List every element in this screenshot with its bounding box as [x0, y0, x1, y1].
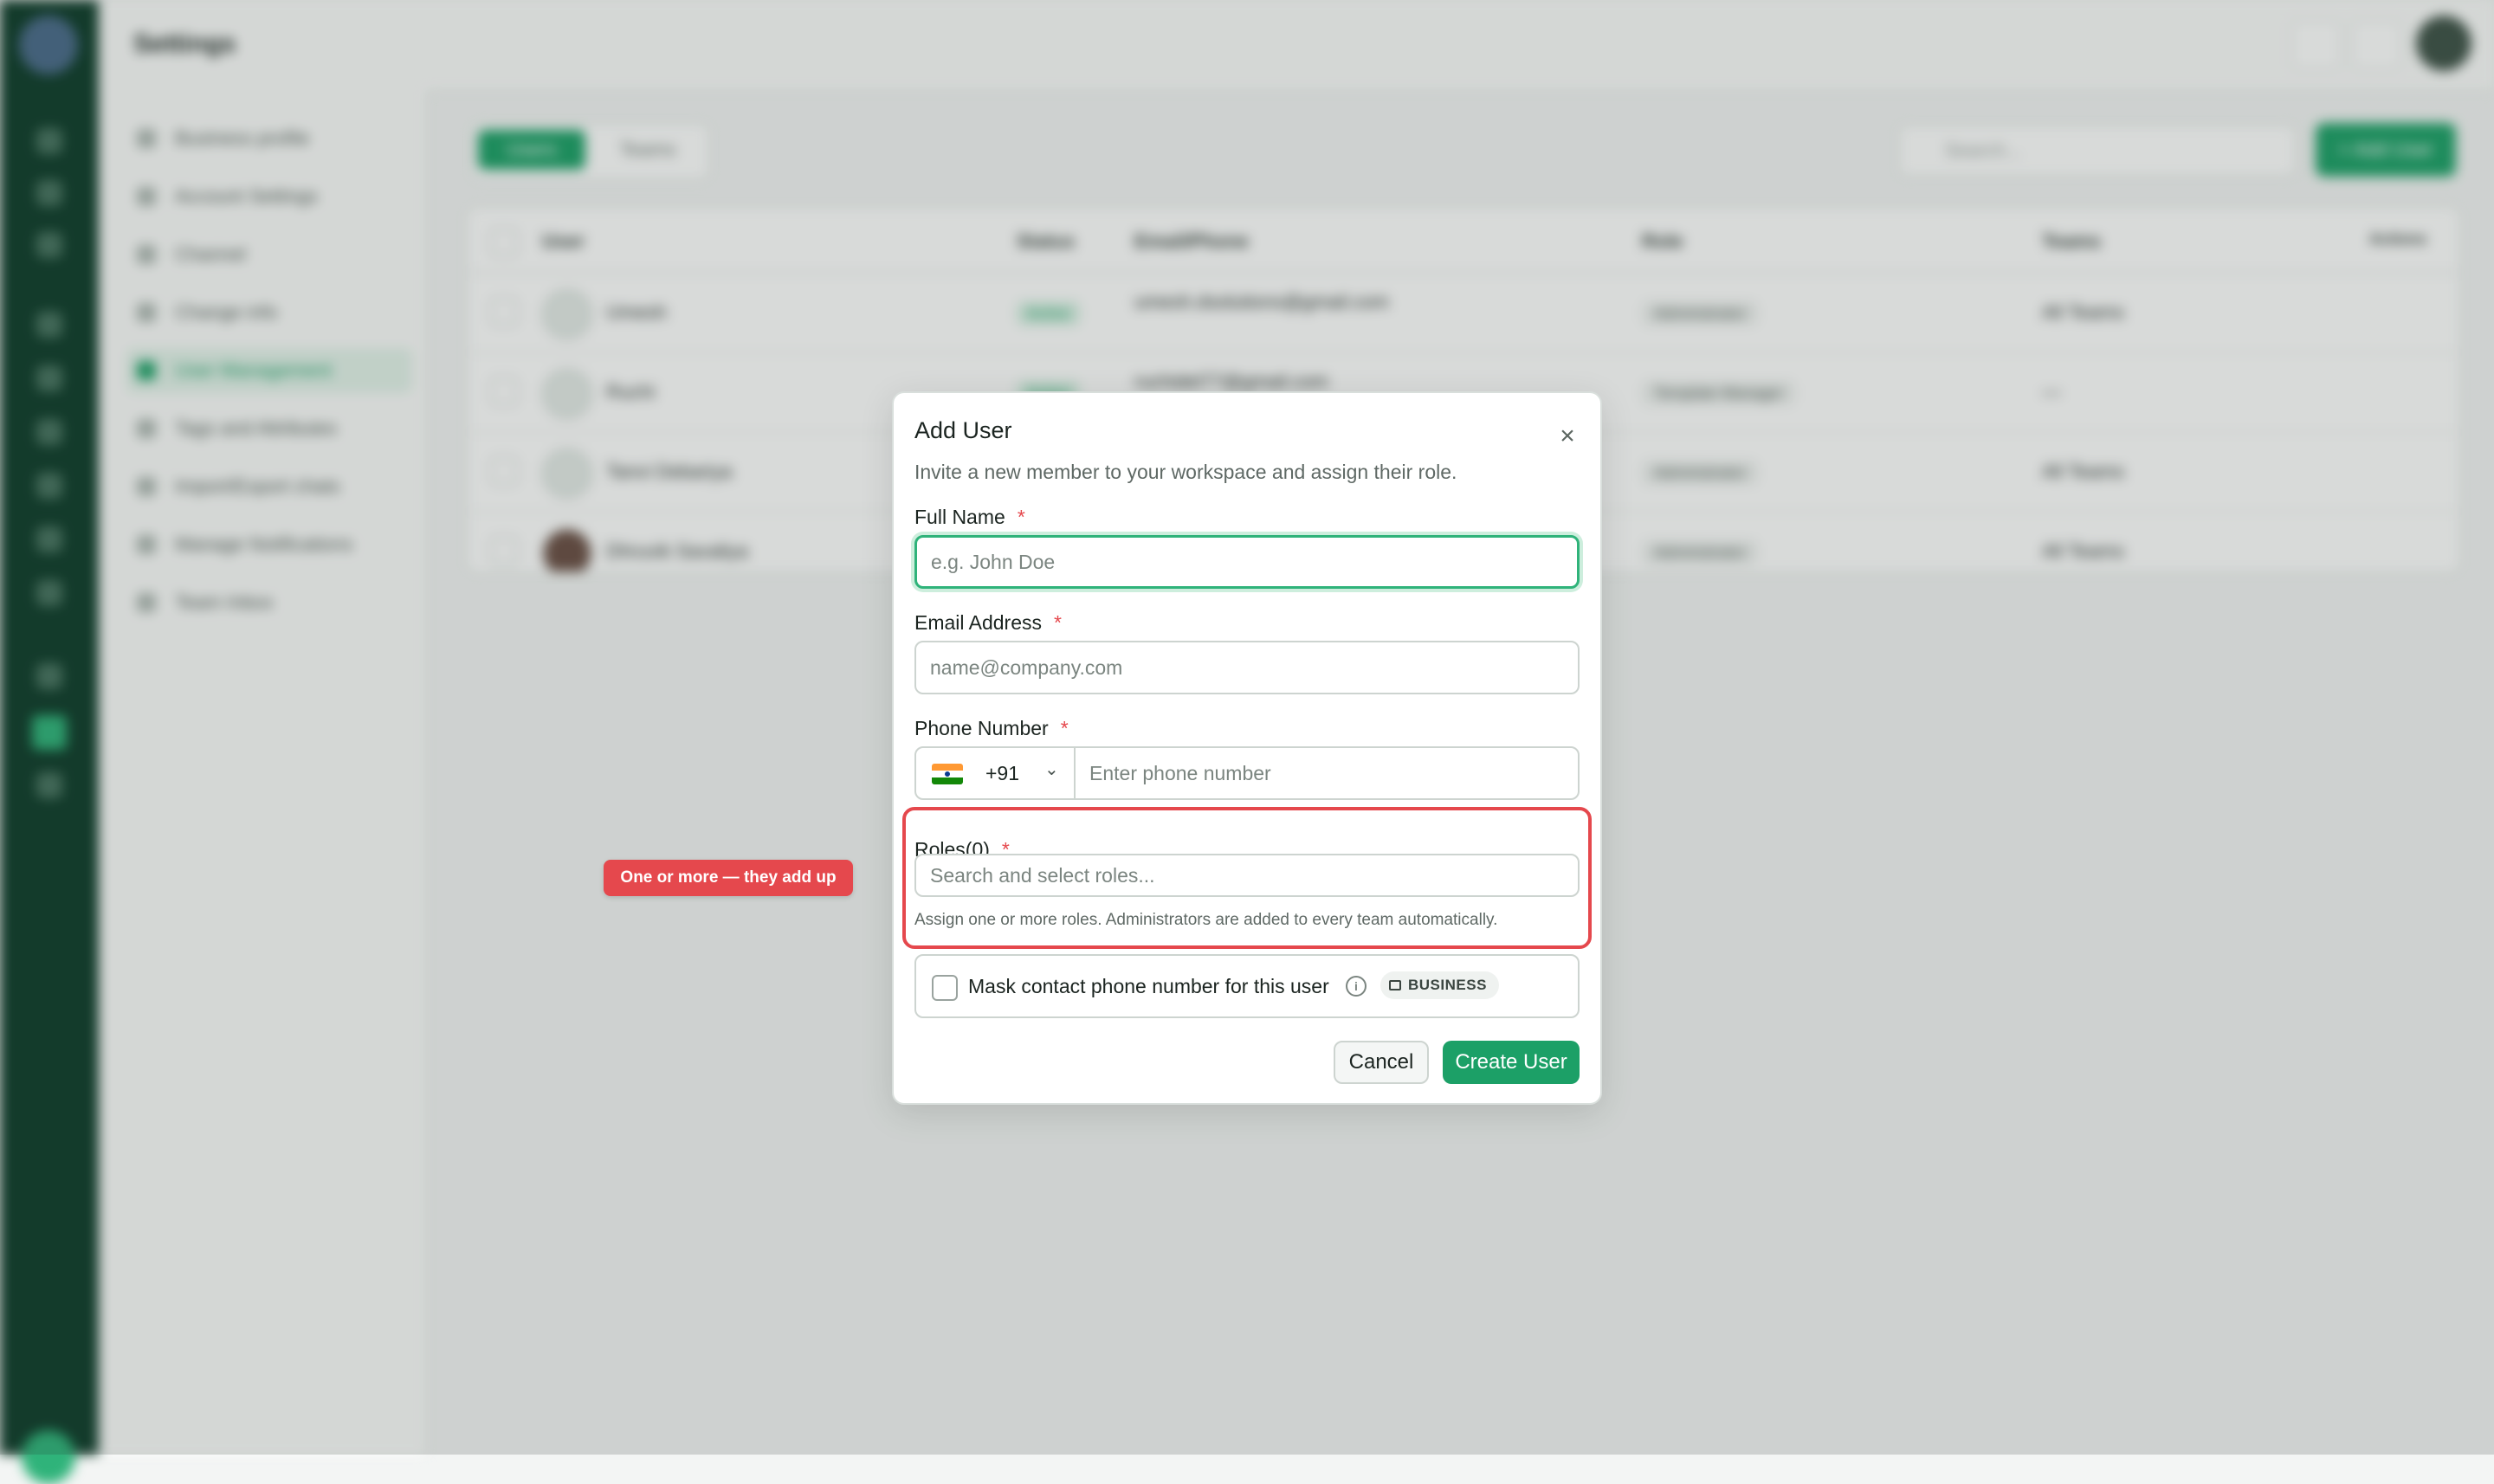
- required-asterisk: *: [1054, 611, 1062, 634]
- full-name-input[interactable]: e.g. John Doe: [914, 535, 1580, 589]
- required-asterisk: *: [1017, 506, 1025, 528]
- info-icon[interactable]: i: [1346, 976, 1367, 997]
- roles-annotation-tooltip: One or more — they add up: [604, 860, 853, 896]
- create-user-button[interactable]: Create User: [1443, 1041, 1580, 1084]
- email-placeholder: name@company.com: [930, 655, 1123, 679]
- full-name-placeholder: e.g. John Doe: [931, 550, 1056, 573]
- cancel-button[interactable]: Cancel: [1334, 1041, 1429, 1084]
- chevron-down-icon: ⌄: [1044, 760, 1059, 779]
- business-plan-badge: BUSINESS: [1380, 971, 1499, 999]
- mask-phone-option: Mask contact phone number for this user …: [914, 954, 1580, 1018]
- roles-hint: Assign one or more roles. Administrators…: [914, 911, 1498, 929]
- phone-number-input[interactable]: Enter phone number: [1076, 748, 1578, 798]
- briefcase-icon: [1389, 980, 1401, 990]
- mask-phone-label[interactable]: Mask contact phone number for this user: [968, 975, 1329, 998]
- phone-placeholder: Enter phone number: [1089, 761, 1271, 784]
- email-input[interactable]: name@company.com: [914, 641, 1580, 694]
- india-flag-icon: [932, 764, 963, 784]
- close-icon[interactable]: ×: [1550, 419, 1585, 454]
- dialog-subtitle: Invite a new member to your workspace an…: [914, 461, 1457, 483]
- roles-search-input[interactable]: Search and select roles...: [914, 854, 1580, 897]
- country-code: +91: [985, 762, 1020, 784]
- dialog-title: Add User: [914, 417, 1012, 443]
- add-user-dialog: Add User × Invite a new member to your w…: [892, 391, 1602, 1105]
- email-label: Email Address *: [914, 611, 1062, 634]
- phone-label: Phone Number *: [914, 717, 1069, 739]
- country-code-select[interactable]: +91 ⌄: [916, 748, 1076, 798]
- phone-field: +91 ⌄ Enter phone number: [914, 746, 1580, 800]
- mask-phone-checkbox[interactable]: [932, 975, 958, 1001]
- full-name-label: Full Name *: [914, 506, 1025, 528]
- required-asterisk: *: [1060, 717, 1069, 739]
- roles-placeholder: Search and select roles...: [930, 863, 1155, 887]
